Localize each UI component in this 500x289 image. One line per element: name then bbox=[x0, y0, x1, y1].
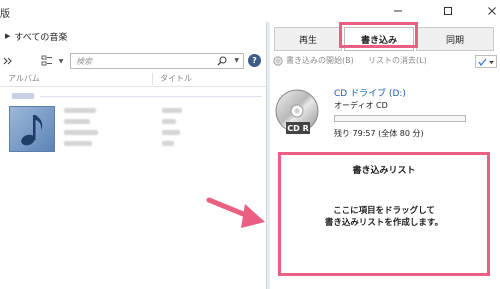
search-icon[interactable] bbox=[217, 56, 227, 69]
blurred-track-text bbox=[162, 141, 174, 146]
help-button[interactable]: ? bbox=[248, 54, 261, 67]
burn-list-hint-line2: 書き込みリストを作成します。 bbox=[324, 218, 444, 228]
burn-disc-icon bbox=[273, 56, 283, 69]
close-button[interactable] bbox=[484, 3, 500, 19]
music-note-icon bbox=[21, 115, 43, 146]
album-art[interactable] bbox=[9, 106, 55, 152]
blurred-track-text bbox=[162, 119, 176, 124]
tab-sync[interactable]: 同期 bbox=[416, 27, 494, 51]
burn-list-hint-line1: ここに項目をドラッグして bbox=[333, 206, 435, 216]
column-album[interactable]: アルバム bbox=[8, 73, 40, 84]
burn-options-button[interactable] bbox=[475, 55, 497, 68]
group-divider bbox=[40, 96, 262, 97]
burn-toolbar: 書き込みの開始(B) リストの消去(L) bbox=[270, 55, 500, 69]
column-divider[interactable] bbox=[152, 73, 153, 85]
search-placeholder: 検索 bbox=[76, 57, 92, 66]
drive-info: CD R CD ドライブ (D:) オーディオ CD 残り 79:57 (全体 … bbox=[270, 82, 500, 152]
minimize-icon bbox=[394, 10, 402, 12]
library-pane: ▶ すべての音楽 ▼ 検索 ▼ ? アルバム タイトル bbox=[0, 22, 266, 289]
blurred-track-text bbox=[162, 130, 180, 135]
breadcrumb-arrow-icon: ▶ bbox=[5, 32, 11, 40]
blurred-album-text bbox=[64, 130, 98, 135]
search-dropdown-icon[interactable]: ▼ bbox=[234, 57, 239, 64]
title-bar: 版 bbox=[0, 0, 500, 22]
minimize-button[interactable] bbox=[390, 3, 406, 19]
breadcrumb[interactable]: ▶ すべての音楽 bbox=[0, 28, 67, 44]
maximize-icon bbox=[444, 7, 452, 15]
column-header: アルバム タイトル bbox=[0, 71, 266, 87]
view-options-dropdown-icon[interactable]: ▼ bbox=[57, 57, 65, 65]
close-icon bbox=[488, 7, 496, 15]
view-options-icon[interactable] bbox=[40, 54, 54, 68]
burn-list-title: 書き込みリスト bbox=[352, 166, 416, 176]
annotation-arrow-icon bbox=[206, 197, 265, 228]
blurred-album-text bbox=[64, 108, 96, 113]
column-title[interactable]: タイトル bbox=[160, 73, 192, 84]
search-input[interactable]: 検索 ▼ bbox=[70, 53, 244, 69]
burn-tab-highlight bbox=[339, 22, 418, 48]
clear-list-button[interactable]: リストの消去(L) bbox=[368, 55, 427, 66]
remaining-time: 残り 79:57 (全体 80 分) bbox=[334, 129, 424, 138]
tab-play[interactable]: 再生 bbox=[274, 27, 342, 51]
burn-list-hint: ここに項目をドラッグして 書き込みリストを作成します。 bbox=[281, 205, 487, 229]
burn-list-dropzone[interactable]: 書き込みリスト ここに項目をドラッグして 書き込みリストを作成します。 bbox=[278, 152, 490, 276]
blurred-album-text bbox=[64, 141, 92, 146]
burn-pane: 再生 書き込み 同期 書き込みの開始(B) リストの消去(L) CD R CD … bbox=[270, 22, 500, 289]
window-title: 版 bbox=[0, 9, 10, 20]
drive-name-link[interactable]: CD ドライブ (D:) bbox=[334, 86, 406, 99]
checklist-dropdown-icon bbox=[478, 58, 494, 66]
disc-type: オーディオ CD bbox=[334, 101, 388, 110]
blurred-album-text bbox=[64, 119, 90, 124]
cd-r-label: CD R bbox=[286, 122, 310, 134]
breadcrumb-label: すべての音楽 bbox=[14, 32, 68, 43]
chevron-double-right-icon[interactable] bbox=[2, 55, 14, 67]
blurred-track-text bbox=[162, 108, 182, 113]
start-burn-button[interactable]: 書き込みの開始(B) bbox=[286, 55, 354, 66]
album-group-header bbox=[12, 93, 34, 99]
maximize-button[interactable] bbox=[440, 3, 456, 19]
library-toolbar: ▼ 検索 ▼ ? bbox=[0, 51, 266, 71]
capacity-bar bbox=[334, 115, 466, 122]
